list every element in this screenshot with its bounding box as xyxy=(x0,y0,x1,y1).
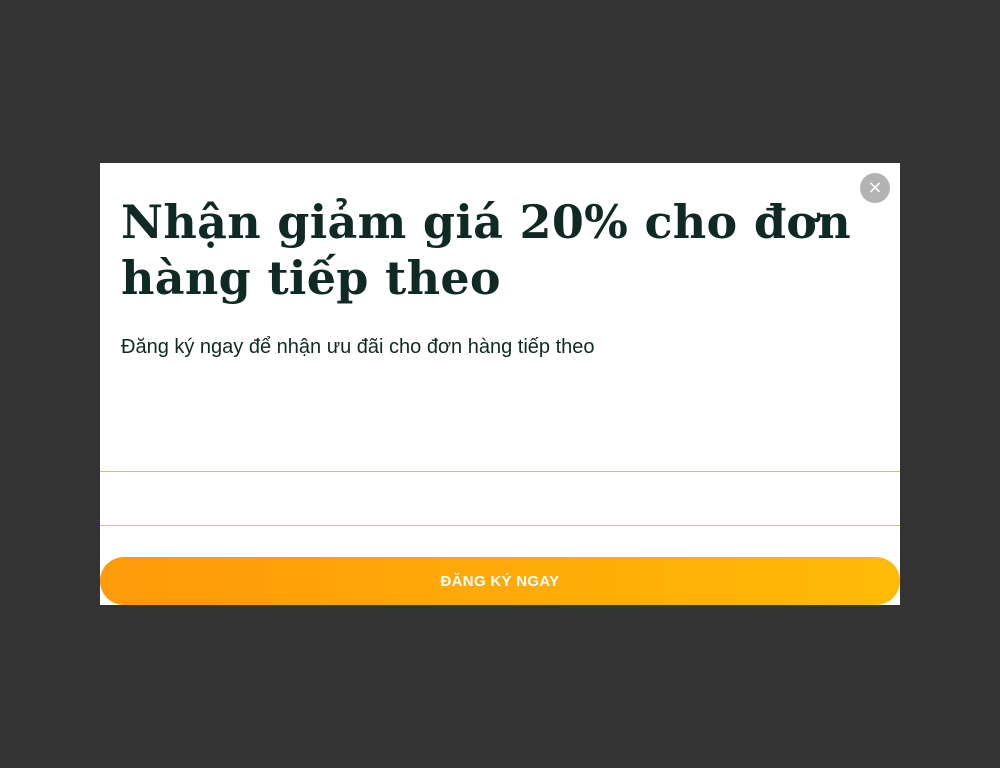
close-icon[interactable]: × xyxy=(860,173,890,203)
subscribe-button[interactable]: ĐĂNG KÝ NGAY xyxy=(100,557,900,605)
popup-subtitle: Đăng ký ngay để nhận ưu đãi cho đơn hàng… xyxy=(121,336,595,358)
email-field[interactable] xyxy=(100,471,900,526)
popup-title: Nhận giảm giá 20% cho đơn hàng tiếp theo xyxy=(121,195,852,305)
signup-popup: × Nhận giảm giá 20% cho đơn hàng tiếp th… xyxy=(100,163,900,605)
